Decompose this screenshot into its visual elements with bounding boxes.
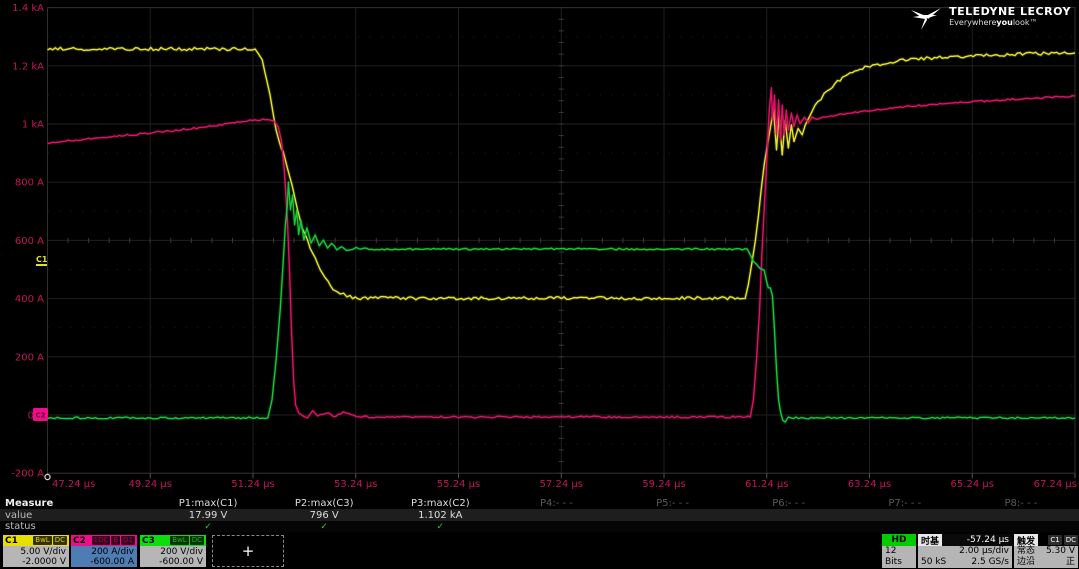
channel-scale: 5.00 V/div <box>6 547 66 557</box>
status-row-label: status <box>0 521 150 532</box>
x-axis-label: 65.24 µs <box>951 479 994 490</box>
measure-value-p3: 1.102 kA <box>382 510 498 521</box>
channel-badge: DC <box>190 536 204 545</box>
x-axis-label: 49.24 µs <box>129 479 172 490</box>
channel-badge: D1 <box>121 536 135 545</box>
y-axis-label: 1.4 kA <box>12 3 44 14</box>
channel-id-label: C1 <box>5 536 18 546</box>
channel-badge: B <box>111 536 120 545</box>
y-axis-label: -200 A <box>11 469 44 480</box>
measure-header-p6[interactable]: P6:- - - <box>731 498 847 509</box>
y-axis-label: 200 A <box>15 352 44 363</box>
x-axis-label: 59.24 µs <box>642 479 685 490</box>
channel-descriptor-c3[interactable]: C3 BwLDC 200 V/div-600.00 V <box>140 535 206 567</box>
channel-scale: 200 V/div <box>143 547 203 557</box>
timebase-scale: 2.00 µs/div <box>921 546 1009 557</box>
trigger-title: 触发 <box>1014 534 1038 546</box>
brand-name: TELEDYNE LECROY <box>949 6 1071 18</box>
value-row-label: value <box>0 510 150 521</box>
channel-offset: -600.00 V <box>143 557 203 567</box>
brand-tagline: Everywhereyoulook™ <box>949 18 1071 28</box>
x-axis-label: 51.24 µs <box>231 479 274 490</box>
trigger-coupling-badge: DC <box>1064 535 1078 545</box>
timebase-delay: -57.24 µs <box>942 534 1012 546</box>
measure-status-p2: ✓ <box>266 522 382 532</box>
trigger-time-marker[interactable] <box>45 474 50 479</box>
channel-offset: -600.00 A <box>74 557 134 567</box>
measure-row-label: Measure <box>0 498 150 509</box>
x-axis-label: 67.24 µs <box>1034 479 1077 490</box>
measure-header-p4[interactable]: P4:- - - <box>498 498 614 509</box>
measure-header-p5[interactable]: P5:- - - <box>615 498 731 509</box>
trigger-level: 5.30 V <box>1046 546 1075 557</box>
c1-zero-marker-underline <box>36 264 47 266</box>
descriptor-strip: C1BwLDC5.00 V/div-2.0000 VC21DCBD1200 A/… <box>0 533 1079 569</box>
oscilloscope-screen: 1.4 kA1.2 kA1 kA800 A600 A400 A200 A0 A-… <box>0 0 1079 569</box>
plus-icon: + <box>242 542 255 560</box>
channel-id-label: C3 <box>142 536 155 546</box>
timebase-title: 时基 <box>918 534 942 546</box>
measure-header-p2[interactable]: P2:max(C3) <box>266 498 382 509</box>
hd-mode-label: HD <box>882 534 916 546</box>
y-axis-label: 400 A <box>15 294 44 305</box>
measure-status-p3: ✓ <box>382 522 498 532</box>
measure-status-p1: ✓ <box>150 522 266 532</box>
channel-badge: DC <box>53 536 67 545</box>
acquisition-mode-box[interactable]: HD 12 Bits <box>882 534 916 568</box>
measure-value-p2: 796 V <box>266 510 382 521</box>
channel-badge: BwL <box>33 536 51 545</box>
x-axis-label: 61.24 µs <box>745 479 788 490</box>
teledyne-lecroy-logo: TELEDYNE LECROY Everywhereyoulook™ <box>909 6 1071 32</box>
measure-header-p3[interactable]: P3:max(C2) <box>382 498 498 509</box>
y-axis-label: 600 A <box>15 236 44 247</box>
lecroy-star-icon <box>909 6 943 32</box>
measure-header-p7[interactable]: P7:- - - <box>847 498 963 509</box>
channel-descriptor-c2[interactable]: C2 1DCBD1 200 A/div-600.00 A <box>71 535 137 567</box>
channel-scale: 200 A/div <box>74 547 134 557</box>
channel-id-label: C2 <box>73 536 86 546</box>
bit-depth-label: 12 Bits <box>882 546 916 568</box>
y-axis-label: 1 kA <box>22 120 44 131</box>
trigger-type: 边沿 <box>1017 557 1035 568</box>
trigger-mode: 常态 <box>1017 546 1035 557</box>
timebase-samples: 50 kS <box>921 557 946 568</box>
channel-badge: BwL <box>170 536 188 545</box>
c1-zero-marker[interactable]: C1 <box>36 255 48 264</box>
channel-offset: -2.0000 V <box>6 557 66 567</box>
timebase-box[interactable]: 时基 -57.24 µs 2.00 µs/div 50 kS 2.5 GS/s <box>918 534 1012 568</box>
trigger-slope: 正 <box>1066 557 1075 568</box>
channel-descriptor-c1[interactable]: C1 BwLDC 5.00 V/div-2.0000 V <box>3 535 69 567</box>
x-axis-label: 63.24 µs <box>848 479 891 490</box>
timebase-rate: 2.5 GS/s <box>971 557 1009 568</box>
y-axis-label: 1.2 kA <box>12 61 44 72</box>
channel-badge: 1DC <box>92 536 111 545</box>
y-axis-label: 800 A <box>15 178 44 189</box>
waveform-plot-area[interactable]: 1.4 kA1.2 kA1 kA800 A600 A400 A200 A0 A-… <box>0 0 1079 498</box>
measure-header-p1[interactable]: P1:max(C1) <box>150 498 266 509</box>
c2-zero-marker-label: C2 <box>35 412 45 420</box>
trigger-box[interactable]: 触发 C1 DC 常态 5.30 V 边沿 正 <box>1014 534 1078 568</box>
x-axis-label: 47.24 µs <box>52 479 95 490</box>
x-axis-label: 53.24 µs <box>334 479 377 490</box>
measure-value-p1: 17.99 V <box>150 510 266 521</box>
measure-header-p8[interactable]: P8:- - - <box>963 498 1079 509</box>
measure-table: Measure P1:max(C1)P2:max(C3)P3:max(C2)P4… <box>0 498 1079 532</box>
x-axis-label: 57.24 µs <box>540 479 583 490</box>
add-channel-button[interactable]: + <box>212 535 284 567</box>
trigger-source-badge: C1 <box>1048 535 1061 545</box>
x-axis-label: 55.24 µs <box>437 479 480 490</box>
